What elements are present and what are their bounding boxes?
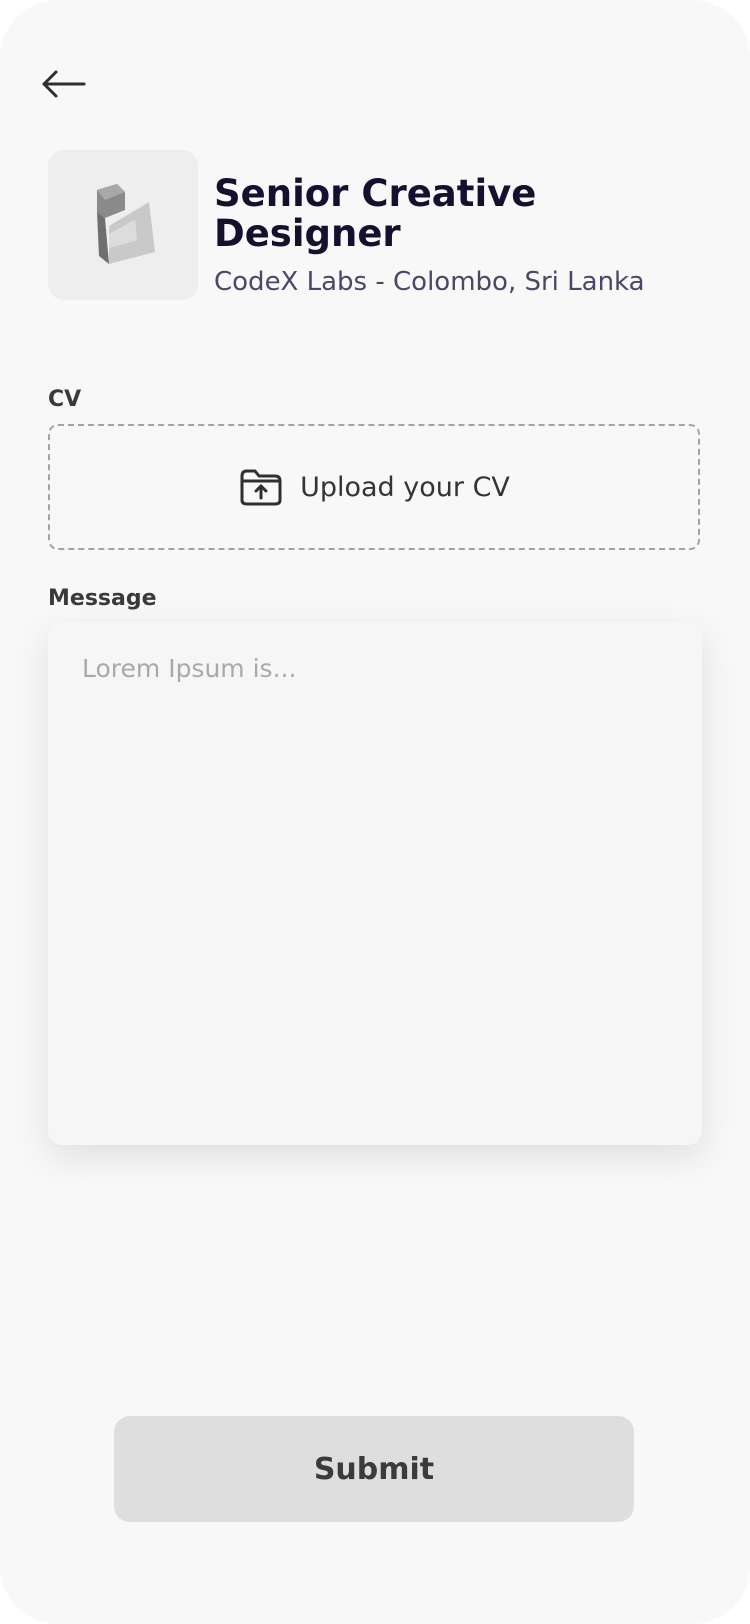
message-textarea[interactable] — [48, 622, 702, 1145]
company-logo-icon — [97, 184, 155, 264]
company-logo — [48, 150, 198, 300]
cv-label: CV — [48, 387, 82, 412]
message-label: Message — [48, 586, 157, 611]
arrow-left-icon — [42, 70, 86, 98]
upload-cv-text: Upload your CV — [300, 471, 510, 503]
folder-upload-icon — [240, 469, 282, 506]
submit-button[interactable]: Submit — [114, 1416, 634, 1522]
apply-job-screen: Senior Creative Designer CodeX Labs - Co… — [0, 0, 750, 1624]
company-location: CodeX Labs - Colombo, Sri Lanka — [214, 267, 645, 297]
upload-cv-dropzone[interactable]: Upload your CV — [48, 424, 700, 550]
job-title: Senior Creative Designer — [214, 172, 537, 255]
back-button[interactable] — [38, 62, 88, 106]
